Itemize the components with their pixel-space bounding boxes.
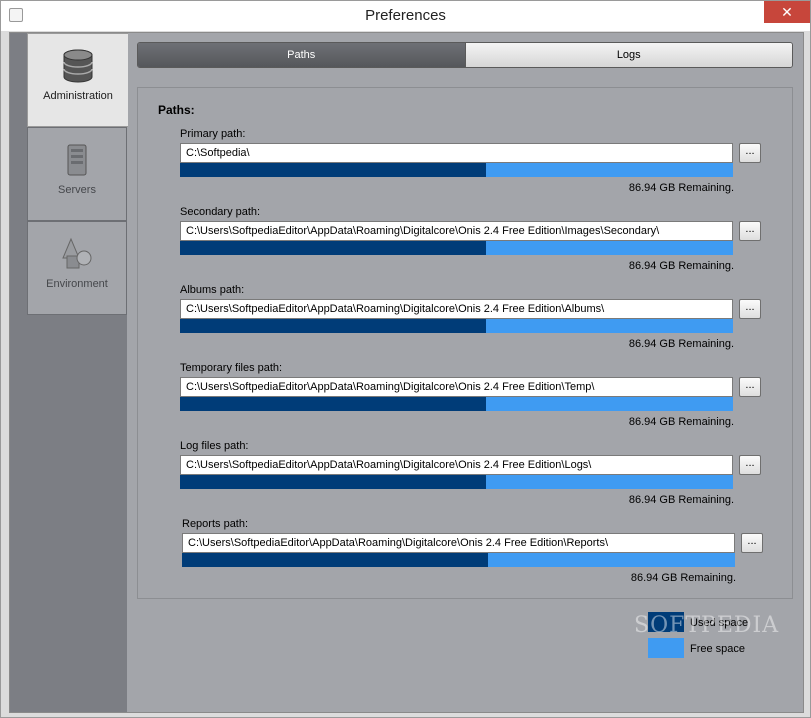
- sidebar-item-label: Servers: [58, 184, 96, 196]
- remaining-space-text: 86.94 GB Remaining.: [628, 260, 734, 272]
- browse-button[interactable]: ...: [739, 143, 761, 163]
- watermark-text: SOFTPEDIA: [634, 613, 780, 638]
- path-row-reports: Reports path: C:\Users\SoftpediaEditor\A…: [182, 518, 766, 596]
- remaining-space-text: 86.94 GB Remaining.: [630, 572, 736, 584]
- tab-bar: Paths Logs: [137, 42, 793, 68]
- database-icon: [63, 49, 93, 83]
- disk-usage-bar: [180, 397, 733, 411]
- preferences-window: Preferences ✕ Administration Servers Env…: [0, 0, 811, 718]
- remaining-space-text: 86.94 GB Remaining.: [628, 338, 734, 350]
- sidebar-item-administration[interactable]: Administration: [27, 33, 128, 127]
- free-space-label: Free space: [690, 643, 746, 655]
- secondary-path-input[interactable]: C:\Users\SoftpediaEditor\AppData\Roaming…: [180, 221, 733, 241]
- sidebar-item-servers[interactable]: Servers: [27, 127, 127, 221]
- shapes-icon: [62, 237, 92, 269]
- browse-button[interactable]: ...: [739, 377, 761, 397]
- path-label: Albums path:: [180, 284, 245, 296]
- path-label: Primary path:: [180, 128, 246, 140]
- disk-usage-bar: [180, 163, 733, 177]
- path-row-primary: Primary path: C:\Softpedia\ ... 86.94 GB…: [180, 128, 764, 206]
- path-label: Secondary path:: [180, 206, 261, 218]
- path-label: Reports path:: [182, 518, 249, 530]
- primary-path-input[interactable]: C:\Softpedia\: [180, 143, 733, 163]
- tab-logs[interactable]: Logs: [464, 43, 792, 67]
- server-icon: [67, 144, 87, 176]
- browse-button[interactable]: ...: [739, 455, 761, 475]
- sidebar: Administration Servers Environment: [10, 33, 128, 712]
- disk-usage-bar: [182, 553, 735, 567]
- path-label: Temporary files path:: [180, 362, 283, 374]
- reports-path-input[interactable]: C:\Users\SoftpediaEditor\AppData\Roaming…: [182, 533, 735, 553]
- client-area: Administration Servers Environment Paths…: [9, 32, 804, 713]
- temporary-path-input[interactable]: C:\Users\SoftpediaEditor\AppData\Roaming…: [180, 377, 733, 397]
- remaining-space-text: 86.94 GB Remaining.: [628, 494, 734, 506]
- log-files-path-input[interactable]: C:\Users\SoftpediaEditor\AppData\Roaming…: [180, 455, 733, 475]
- sidebar-item-label: Environment: [46, 278, 108, 290]
- title-bar[interactable]: Preferences ✕: [1, 1, 810, 31]
- tab-paths[interactable]: Paths: [138, 43, 465, 67]
- window-title: Preferences: [365, 7, 446, 24]
- disk-usage-bar: [180, 241, 733, 255]
- free-space-swatch: [648, 638, 684, 658]
- albums-path-input[interactable]: C:\Users\SoftpediaEditor\AppData\Roaming…: [180, 299, 733, 319]
- path-row-log-files: Log files path: C:\Users\SoftpediaEditor…: [180, 440, 764, 518]
- path-label: Log files path:: [180, 440, 249, 452]
- close-button[interactable]: ✕: [764, 1, 810, 23]
- disk-usage-bar: [180, 475, 733, 489]
- remaining-space-text: 86.94 GB Remaining.: [628, 416, 734, 428]
- browse-button[interactable]: ...: [739, 221, 761, 241]
- remaining-space-text: 86.94 GB Remaining.: [628, 182, 734, 194]
- path-row-temporary: Temporary files path: C:\Users\Softpedia…: [180, 362, 764, 440]
- disk-usage-bar: [180, 319, 733, 333]
- path-row-secondary: Secondary path: C:\Users\SoftpediaEditor…: [180, 206, 764, 284]
- browse-button[interactable]: ...: [741, 533, 763, 553]
- path-row-albums: Albums path: C:\Users\SoftpediaEditor\Ap…: [180, 284, 764, 362]
- paths-group-title: Paths:: [158, 103, 195, 117]
- paths-group: Paths: Primary path: C:\Softpedia\ ... 8…: [137, 87, 793, 599]
- browse-button[interactable]: ...: [739, 299, 761, 319]
- sidebar-item-environment[interactable]: Environment: [27, 221, 127, 315]
- sidebar-item-label: Administration: [43, 90, 113, 102]
